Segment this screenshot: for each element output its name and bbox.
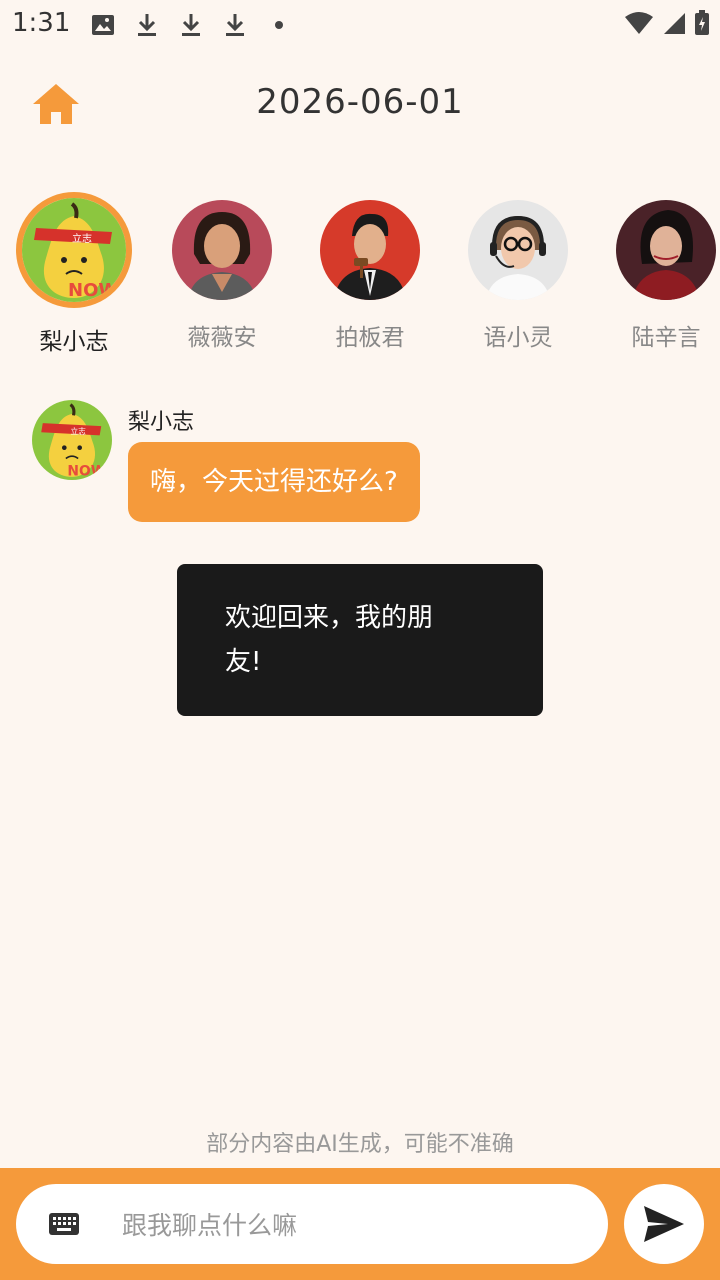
message-avatar[interactable]: 立志 NOW <box>32 400 112 480</box>
chat-input[interactable] <box>120 1184 594 1266</box>
character-item-yuxiaoling[interactable]: 语小灵 <box>448 190 588 352</box>
send-icon <box>644 1206 684 1242</box>
svg-text:立志: 立志 <box>72 232 92 245</box>
page-title-date: 2026-06-01 <box>256 82 464 122</box>
status-bar: 1:31 <box>0 0 720 52</box>
avatar <box>616 200 716 300</box>
status-time: 1:31 <box>12 8 71 38</box>
input-pill <box>16 1184 608 1266</box>
svg-text:NOW: NOW <box>67 463 106 479</box>
character-name: 语小灵 <box>483 325 553 351</box>
svg-text:立志: 立志 <box>70 426 86 436</box>
keyboard-icon[interactable] <box>48 1208 80 1240</box>
character-name: 拍板君 <box>335 325 405 351</box>
download-icon <box>176 10 206 40</box>
download-icon <box>220 10 250 40</box>
message-sender: 梨小志 <box>128 410 195 435</box>
character-name: 陆辛言 <box>631 325 701 351</box>
toast-text: 欢迎回来，我的朋友! <box>225 603 434 677</box>
character-item-luxinyan[interactable]: 陆辛言 <box>596 190 720 352</box>
message-bubble[interactable]: 嗨，今天过得还好么? <box>128 442 420 522</box>
character-item-weiweian[interactable]: 薇薇安 <box>152 190 292 352</box>
send-button[interactable] <box>624 1184 704 1264</box>
avatar <box>320 200 420 300</box>
dot-icon <box>264 10 294 40</box>
signal-icon <box>662 11 686 35</box>
avatar <box>468 200 568 300</box>
avatar <box>172 200 272 300</box>
welcome-toast: 欢迎回来，我的朋友! <box>177 564 543 716</box>
character-selector: 立志 NOW 梨小志 薇薇安 拍板君 语小灵 陆辛言 <box>0 190 720 360</box>
character-name: 薇薇安 <box>187 325 257 351</box>
wifi-icon <box>624 11 654 35</box>
avatar: 立志 NOW <box>16 192 132 308</box>
download-icon <box>132 10 162 40</box>
character-item-paibanjun[interactable]: 拍板君 <box>300 190 440 352</box>
svg-text:NOW: NOW <box>68 280 118 301</box>
image-icon <box>88 10 118 40</box>
character-item-lixiaozhi[interactable]: 立志 NOW 梨小志 <box>4 190 144 356</box>
character-name: 梨小志 <box>39 329 109 355</box>
ai-disclaimer: 部分内容由AI生成，可能不准确 <box>206 1132 514 1157</box>
input-bar <box>0 1168 720 1280</box>
battery-icon <box>694 10 710 36</box>
